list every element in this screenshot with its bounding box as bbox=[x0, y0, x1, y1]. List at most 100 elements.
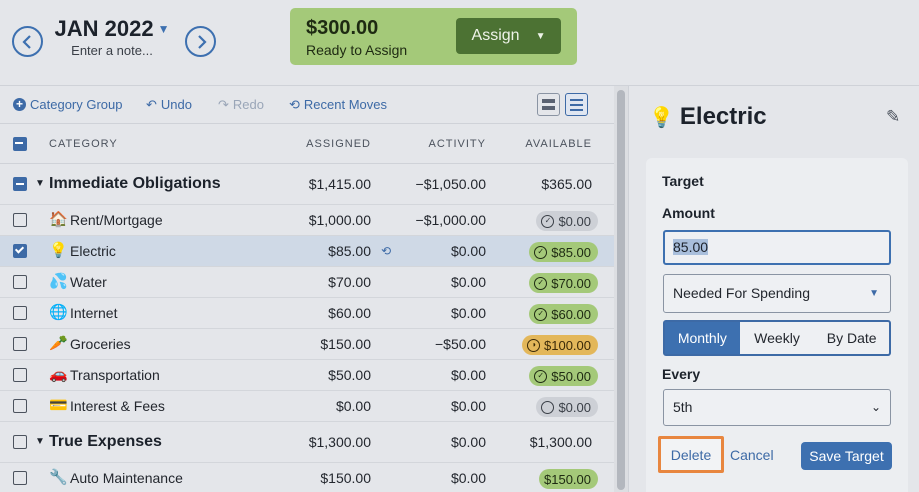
row-checkbox[interactable] bbox=[13, 368, 27, 382]
activity-amount[interactable]: $0.00 bbox=[451, 305, 486, 321]
assigned-amount[interactable]: $85.00 bbox=[328, 243, 371, 259]
compact-view-button[interactable] bbox=[537, 93, 560, 116]
scroll-thumb[interactable] bbox=[617, 90, 625, 490]
collapse-caret-icon[interactable]: ▼ bbox=[35, 436, 45, 447]
delete-target-button[interactable]: Delete bbox=[658, 436, 724, 473]
row-checkbox[interactable] bbox=[13, 399, 27, 413]
row-checkbox[interactable] bbox=[13, 471, 27, 485]
column-activity[interactable]: ACTIVITY bbox=[428, 138, 486, 150]
row-checkbox[interactable] bbox=[13, 306, 27, 320]
cancel-button[interactable]: Cancel bbox=[730, 447, 774, 463]
available-amount: $0.00 bbox=[558, 213, 591, 229]
assigned-amount[interactable]: $150.00 bbox=[320, 470, 371, 486]
category-row[interactable]: 🏠 Rent/Mortgage $1,000.00 −$1,000.00 ✓ $0.00 bbox=[0, 205, 614, 236]
category-name[interactable]: Water bbox=[70, 274, 107, 290]
category-row[interactable]: 🔧 Auto Maintenance $150.00 $0.00 $150.00 bbox=[0, 463, 614, 492]
activity-amount[interactable]: $0.00 bbox=[451, 434, 486, 450]
category-name[interactable]: Transportation bbox=[70, 367, 160, 383]
activity-amount[interactable]: −$1,050.00 bbox=[416, 176, 486, 192]
category-name[interactable]: Electric bbox=[70, 243, 116, 259]
column-category[interactable]: CATEGORY bbox=[49, 138, 118, 150]
assigned-amount[interactable]: $1,300.00 bbox=[309, 434, 371, 450]
add-category-group-button[interactable]: + Category Group bbox=[13, 97, 123, 112]
category-name[interactable]: Auto Maintenance bbox=[70, 470, 183, 486]
assigned-amount[interactable]: $70.00 bbox=[328, 274, 371, 290]
row-checkbox[interactable] bbox=[13, 213, 27, 227]
category-emoji-icon: 💳 bbox=[49, 397, 68, 414]
available-pill[interactable]: ✓ $60.00 bbox=[529, 304, 598, 324]
column-header: CATEGORY ASSIGNED ACTIVITY AVAILABLE bbox=[0, 124, 614, 164]
category-name[interactable]: Groceries bbox=[70, 336, 131, 352]
assigned-amount[interactable]: $50.00 bbox=[328, 367, 371, 383]
rows-icon bbox=[542, 99, 555, 103]
category-emoji-icon: 💡 bbox=[49, 242, 68, 259]
assigned-amount[interactable]: $150.00 bbox=[320, 336, 371, 352]
available-pill[interactable]: ✓ $85.00 bbox=[529, 242, 598, 262]
column-available[interactable]: AVAILABLE bbox=[525, 138, 592, 150]
category-name[interactable]: Immediate Obligations bbox=[49, 175, 221, 193]
category-row[interactable]: 🌐 Internet $60.00 $0.00 ✓ $60.00 bbox=[0, 298, 614, 329]
activity-amount[interactable]: $0.00 bbox=[451, 243, 486, 259]
assigned-amount[interactable]: $0.00 bbox=[336, 398, 371, 414]
save-target-button[interactable]: Save Target bbox=[801, 442, 892, 470]
available-pill[interactable]: $150.00 bbox=[539, 469, 598, 489]
minus-icon bbox=[15, 142, 23, 144]
available-pill[interactable]: $0.00 bbox=[536, 397, 598, 417]
category-row[interactable]: 💦 Water $70.00 $0.00 ✓ $70.00 bbox=[0, 267, 614, 298]
frequency-by-date[interactable]: By Date bbox=[814, 322, 889, 354]
category-row[interactable]: 💳 Interest & Fees $0.00 $0.00 $0.00 bbox=[0, 391, 614, 422]
available-pill[interactable]: ◑ $100.00 bbox=[522, 335, 598, 355]
category-row[interactable]: 🚗 Transportation $50.00 $0.00 ✓ $50.00 bbox=[0, 360, 614, 391]
scrollbar[interactable] bbox=[614, 86, 628, 492]
activity-amount[interactable]: −$50.00 bbox=[435, 336, 486, 352]
activity-amount[interactable]: −$1,000.00 bbox=[416, 212, 486, 228]
undo-button[interactable]: ↶ Undo bbox=[146, 97, 192, 112]
frequency-monthly[interactable]: Monthly bbox=[665, 322, 740, 354]
target-type-select[interactable]: Needed For Spending ▼ bbox=[663, 274, 891, 313]
row-checkbox[interactable] bbox=[13, 337, 27, 351]
available-amount[interactable]: $365.00 bbox=[541, 176, 592, 192]
activity-amount[interactable]: $0.00 bbox=[451, 398, 486, 414]
month-note-input[interactable]: Enter a note... bbox=[54, 43, 170, 58]
row-checkbox[interactable] bbox=[13, 244, 27, 258]
status-circle-icon: ✓ bbox=[534, 307, 548, 321]
next-month-button[interactable] bbox=[185, 26, 216, 57]
amount-input[interactable]: 85.00 bbox=[663, 230, 891, 265]
recent-moves-button[interactable]: ⟲ Recent Moves bbox=[289, 97, 387, 112]
category-row[interactable]: 🥕 Groceries $150.00 −$50.00 ◑ $100.00 bbox=[0, 329, 614, 360]
status-circle-icon bbox=[541, 400, 555, 414]
row-checkbox[interactable] bbox=[13, 275, 27, 289]
assigned-amount[interactable]: $1,000.00 bbox=[309, 212, 371, 228]
history-icon[interactable]: ⟲ bbox=[381, 244, 391, 258]
frequency-weekly[interactable]: Weekly bbox=[740, 322, 815, 354]
select-all-checkbox[interactable] bbox=[13, 137, 27, 151]
available-amount[interactable]: $1,300.00 bbox=[530, 434, 592, 450]
available-pill[interactable]: ✓ $70.00 bbox=[529, 273, 598, 293]
category-group-row[interactable]: ▼ Immediate Obligations $1,415.00 −$1,050.0… bbox=[0, 164, 614, 205]
activity-amount[interactable]: $0.00 bbox=[451, 470, 486, 486]
activity-amount[interactable]: $0.00 bbox=[451, 274, 486, 290]
activity-amount[interactable]: $0.00 bbox=[451, 367, 486, 383]
category-name[interactable]: Interest & Fees bbox=[70, 398, 165, 414]
row-checkbox[interactable] bbox=[13, 435, 27, 449]
category-name[interactable]: Internet bbox=[70, 305, 117, 321]
category-name[interactable]: True Expenses bbox=[49, 433, 162, 451]
month-title[interactable]: JAN 2022 ▼ bbox=[55, 16, 170, 42]
category-name[interactable]: Rent/Mortgage bbox=[70, 212, 163, 228]
row-checkbox[interactable] bbox=[13, 177, 27, 191]
assigned-amount[interactable]: $1,415.00 bbox=[309, 176, 371, 192]
available-pill[interactable]: ✓ $0.00 bbox=[536, 211, 598, 231]
redo-button[interactable]: ↷ Redo bbox=[218, 97, 264, 112]
previous-month-button[interactable] bbox=[12, 26, 43, 57]
category-row[interactable]: 💡 Electric $85.00 ⟲ $0.00 ✓ $85.00 bbox=[0, 236, 614, 267]
assign-button[interactable]: Assign ▼ bbox=[456, 18, 561, 54]
available-amount: $150.00 bbox=[544, 471, 591, 487]
expanded-view-button[interactable] bbox=[565, 93, 588, 116]
category-group-row[interactable]: ▼ True Expenses $1,300.00 $0.00 $1,300.00 bbox=[0, 422, 614, 463]
assigned-amount[interactable]: $60.00 bbox=[328, 305, 371, 321]
every-select[interactable]: 5th ⌄ bbox=[663, 389, 891, 426]
collapse-caret-icon[interactable]: ▼ bbox=[35, 178, 45, 189]
available-pill[interactable]: ✓ $50.00 bbox=[529, 366, 598, 386]
edit-pencil-icon[interactable]: ✎ bbox=[886, 107, 900, 127]
column-assigned[interactable]: ASSIGNED bbox=[306, 138, 371, 150]
